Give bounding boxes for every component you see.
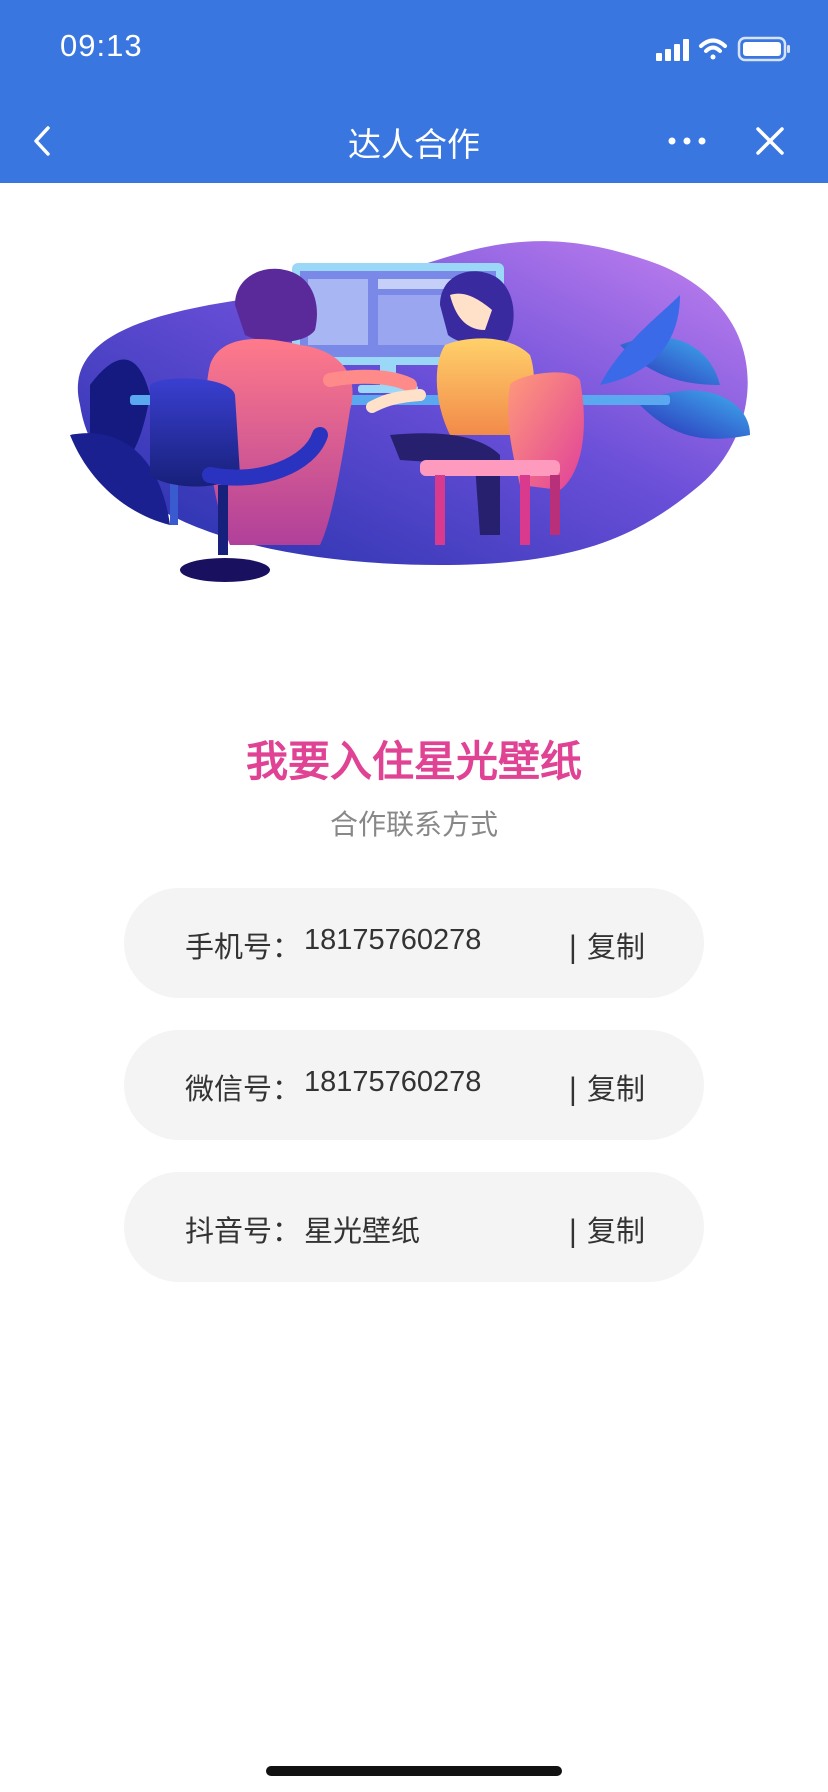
status-bar: 09:13: [0, 0, 828, 100]
page-subheading: 合作联系方式: [329, 808, 498, 841]
ellipsis-icon: [668, 137, 706, 145]
page-heading: 我要入住星光壁纸: [245, 737, 582, 786]
status-time: 09:13: [60, 28, 143, 63]
close-button[interactable]: [745, 116, 795, 166]
contact-card-wechat: 微信号： 18175760278 | 复制: [124, 1030, 704, 1140]
more-button[interactable]: [660, 116, 714, 166]
nav-bar: 达人合作: [0, 100, 828, 183]
contact-card-douyin: 抖音号： 星光壁纸 | 复制: [124, 1172, 704, 1282]
wifi-icon: [699, 38, 727, 60]
copy-button[interactable]: | 复制: [568, 1208, 645, 1250]
contact-value: 星光壁纸: [304, 1214, 421, 1248]
contact-label: 微信号：: [185, 1072, 302, 1106]
battery-icon: [737, 36, 790, 62]
status-icons: [654, 34, 794, 68]
signal-icon: [656, 39, 689, 61]
hero-illustration: [60, 235, 780, 675]
contact-value: 18175760278: [304, 924, 482, 956]
contact-value: 18175760278: [304, 1066, 482, 1098]
copy-button[interactable]: | 复制: [568, 1066, 645, 1108]
close-icon: [756, 127, 784, 155]
contact-card-phone: 手机号： 18175760278 | 复制: [124, 888, 704, 998]
contact-label: 手机号：: [185, 930, 302, 964]
contact-label: 抖音号：: [185, 1214, 302, 1248]
home-indicator[interactable]: [266, 1766, 562, 1776]
copy-button[interactable]: | 复制: [568, 924, 645, 966]
